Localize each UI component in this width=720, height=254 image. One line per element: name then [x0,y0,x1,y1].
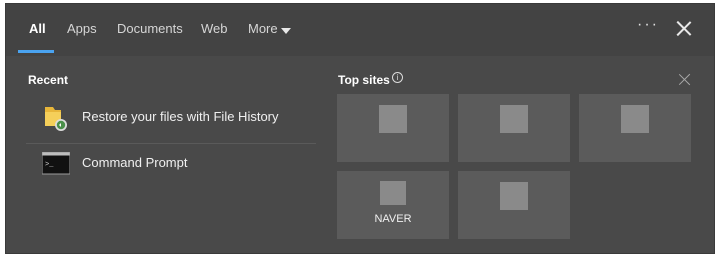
recent-item-file-history[interactable]: Restore your files with File History [26,98,316,138]
top-site-tile[interactable] [458,94,570,162]
active-tab-indicator [18,50,54,53]
tab-apps[interactable]: Apps [67,21,97,36]
site-thumbnail-icon [500,105,528,133]
file-history-icon [45,107,67,131]
chevron-down-icon[interactable] [281,28,291,34]
site-name: NAVER [374,213,412,225]
search-panel: All Apps Documents Web More ··· Recent R… [5,3,715,254]
site-thumbnail-icon [380,181,406,205]
close-icon[interactable] [676,20,692,36]
recent-item-command-prompt[interactable]: >_ Command Prompt [26,144,316,184]
site-thumbnail-icon [500,182,528,210]
site-thumbnail-icon [379,105,407,133]
svg-text:>_: >_ [45,161,54,169]
recent-item-label: Restore your files with File History [82,109,279,124]
search-tabs-bar: All Apps Documents Web More ··· [6,4,714,56]
top-site-tile[interactable] [337,94,449,162]
more-options-icon[interactable]: ··· [637,16,659,34]
tab-documents[interactable]: Documents [117,21,183,36]
recent-item-label: Command Prompt [82,155,188,170]
tab-more[interactable]: More [248,21,278,36]
top-site-tile[interactable] [579,94,691,162]
top-sites-title: Top sites [338,73,390,87]
info-icon[interactable]: i [392,72,403,83]
top-site-tile[interactable] [458,171,570,239]
tab-web[interactable]: Web [201,21,228,36]
command-prompt-icon: >_ [42,152,70,175]
top-site-tile-naver[interactable]: NAVER [337,171,449,239]
dismiss-top-sites-icon[interactable] [679,73,691,85]
tab-all[interactable]: All [29,21,46,36]
recent-title: Recent [28,73,69,87]
site-thumbnail-icon [621,105,649,133]
